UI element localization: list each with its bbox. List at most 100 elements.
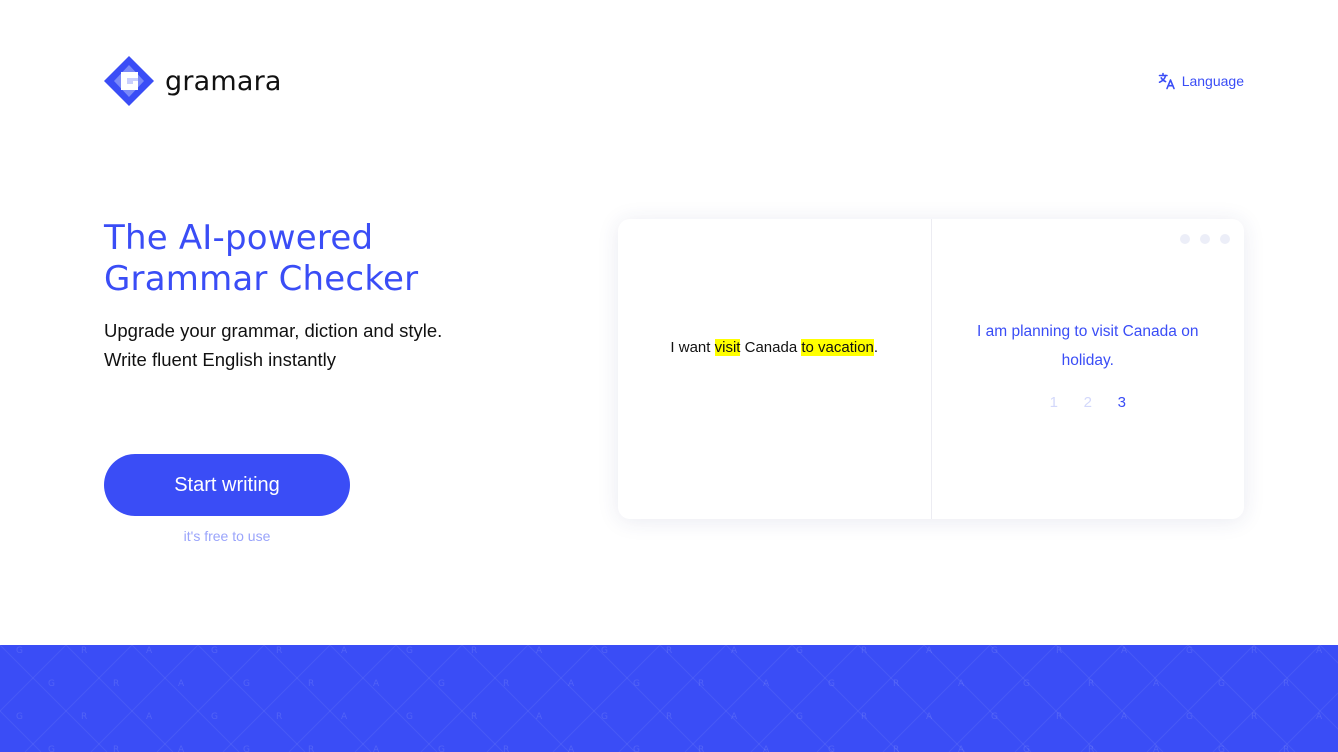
- pattern-letter: R: [113, 679, 119, 689]
- hero-subtitle-line-2: Write fluent English instantly: [104, 349, 337, 370]
- pattern-line: [0, 645, 67, 712]
- pattern-letter: R: [1088, 679, 1094, 689]
- hero-title-line-2: Grammar Checker: [104, 259, 419, 299]
- pattern-line: [1212, 645, 1321, 752]
- pattern-letter: R: [698, 679, 704, 689]
- language-label: Language: [1181, 73, 1244, 89]
- pattern-letter: G: [211, 712, 218, 722]
- pattern-letter: A: [341, 646, 348, 656]
- pattern-letter: G: [1023, 745, 1030, 752]
- pattern-line: [618, 645, 727, 752]
- hero-subtitle-line-1: Upgrade your grammar, diction and style.: [104, 320, 443, 341]
- pattern-letter: R: [861, 646, 867, 656]
- pattern-line: [420, 645, 529, 752]
- window-dot: [1180, 234, 1190, 244]
- input-segment: .: [873, 339, 879, 356]
- pattern-line: [882, 645, 991, 752]
- pattern-line: [288, 645, 397, 752]
- pattern-letter: A: [1153, 745, 1160, 752]
- pattern-letter: G: [796, 712, 803, 722]
- pattern-line: [354, 645, 463, 752]
- pattern-line: [684, 645, 793, 752]
- footer-pattern-band: G R A G R A G R A G R A G R A G R A G R A G R A G R A G R A G R A G R A G R A G…: [0, 645, 1338, 752]
- pattern-letter: G: [601, 646, 608, 656]
- pager-page-1[interactable]: 1: [1048, 394, 1060, 411]
- pattern-letter: R: [81, 646, 87, 656]
- pattern-letter: G: [991, 646, 998, 656]
- pattern-letter: G: [406, 712, 413, 722]
- pattern-letter: R: [893, 679, 899, 689]
- pattern-line: [65, 645, 174, 752]
- pattern-letter: A: [763, 679, 770, 689]
- pattern-line: [725, 645, 834, 752]
- pattern-letter: G: [211, 646, 218, 656]
- logo[interactable]: gramara: [104, 56, 282, 106]
- pattern-letter: A: [926, 646, 933, 656]
- pattern-line: [222, 645, 331, 752]
- pattern-letter: R: [1251, 646, 1257, 656]
- pattern-letter: A: [1316, 646, 1323, 656]
- pattern-letter: G: [991, 712, 998, 722]
- pattern-line: [197, 645, 306, 752]
- pattern-letter: A: [146, 712, 153, 722]
- pattern-letter: G: [1023, 679, 1030, 689]
- pattern-letter: A: [536, 712, 543, 722]
- pattern-letter: A: [178, 679, 185, 689]
- pattern-line: [263, 645, 372, 752]
- window-dot: [1200, 234, 1210, 244]
- pattern-letter: A: [1153, 679, 1160, 689]
- pattern-letter: R: [1251, 712, 1257, 722]
- pattern-letter: G: [1186, 646, 1193, 656]
- pattern-line: [1080, 645, 1189, 752]
- pattern-line: [0, 645, 108, 752]
- pattern-letter: R: [276, 646, 282, 656]
- pattern-line: [90, 645, 199, 752]
- pattern-line: [750, 645, 859, 752]
- pattern-letter: G: [1218, 745, 1225, 752]
- pattern-letter: A: [341, 712, 348, 722]
- pattern-letter: G: [1186, 712, 1193, 722]
- hero-title-line-1: The AI-powered: [104, 218, 374, 258]
- pattern-letter: R: [503, 745, 509, 752]
- pattern-letter: A: [763, 745, 770, 752]
- pattern-line: [329, 645, 438, 752]
- pattern-letter: R: [666, 646, 672, 656]
- translate-icon: [1158, 72, 1176, 90]
- pattern-letter: A: [958, 679, 965, 689]
- pattern-line: [791, 645, 900, 752]
- pattern-letter: R: [1283, 745, 1289, 752]
- pattern-letter: A: [1121, 646, 1128, 656]
- input-segment: Canada: [740, 339, 802, 356]
- pattern-letter: A: [958, 745, 965, 752]
- pattern-letter: G: [438, 679, 445, 689]
- pattern-line: [1014, 645, 1123, 752]
- pattern-line: [1121, 645, 1230, 752]
- pattern-letter: R: [471, 646, 477, 656]
- pattern-letter: A: [373, 679, 380, 689]
- pattern-letter: G: [16, 712, 23, 722]
- pattern-letter: R: [276, 712, 282, 722]
- pattern-letter: A: [568, 679, 575, 689]
- pattern-letter: A: [731, 646, 738, 656]
- pattern-letter: A: [146, 646, 153, 656]
- pattern-line: [1187, 645, 1296, 752]
- pager-page-2[interactable]: 2: [1082, 394, 1094, 411]
- pager-page-3[interactable]: 3: [1116, 394, 1128, 411]
- pattern-letter: R: [308, 745, 314, 752]
- pattern-letter: G: [828, 679, 835, 689]
- pattern-letter: A: [568, 745, 575, 752]
- suggestion-pager: 1 2 3: [932, 394, 1245, 411]
- language-selector[interactable]: Language: [1158, 72, 1244, 90]
- pattern-line: [1055, 645, 1164, 752]
- free-note: it's free to use: [183, 528, 271, 544]
- input-segment: I want: [670, 339, 715, 356]
- pattern-letter: G: [243, 745, 250, 752]
- pattern-line: [857, 645, 966, 752]
- pattern-letter: R: [698, 745, 704, 752]
- start-writing-button[interactable]: Start writing: [104, 454, 350, 516]
- pattern-letter: G: [601, 712, 608, 722]
- pattern-line: [486, 645, 595, 752]
- pattern-letter: A: [536, 646, 543, 656]
- gramara-logo-icon: [104, 56, 154, 106]
- pattern-letter: R: [471, 712, 477, 722]
